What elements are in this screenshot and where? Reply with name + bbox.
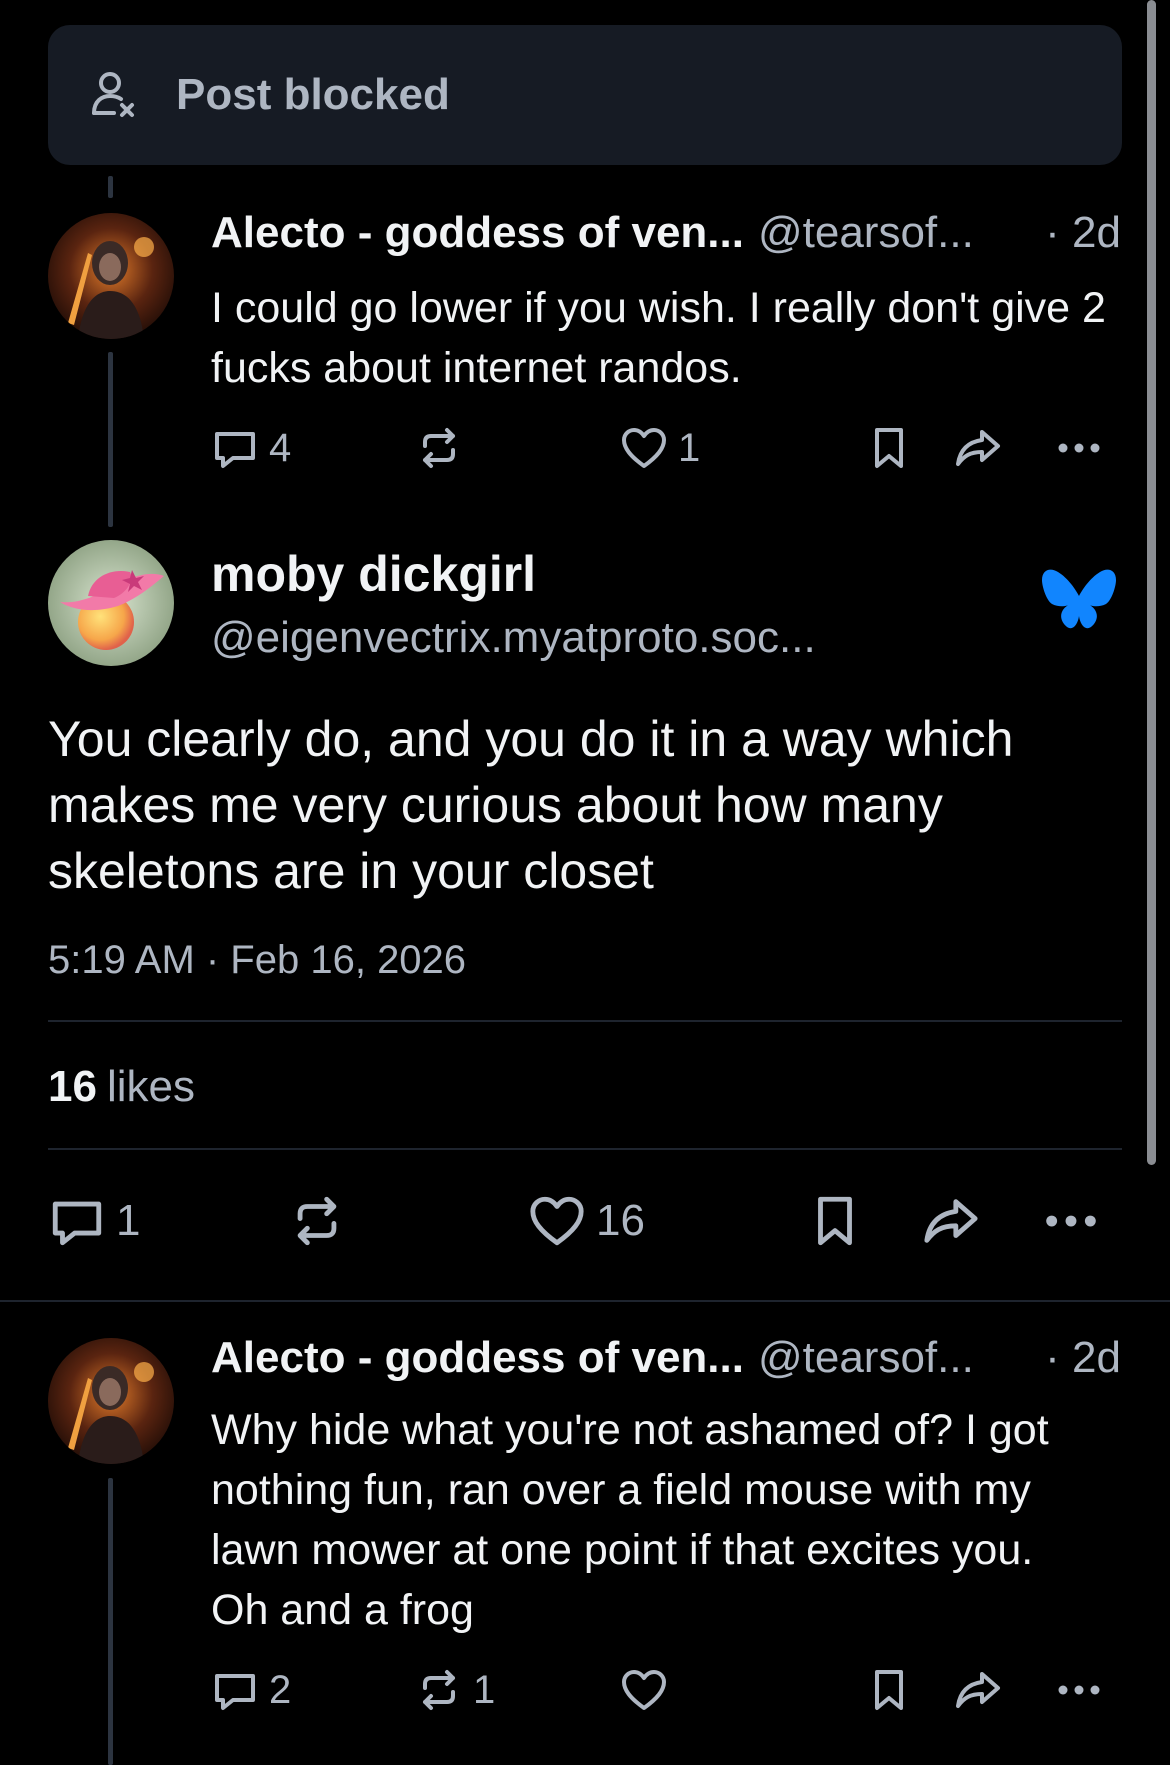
post-text[interactable]: You clearly do, and you do it in a way w…	[48, 706, 1128, 904]
post-time[interactable]: · 2d	[1045, 208, 1121, 258]
more-icon	[1058, 1685, 1100, 1695]
heart-icon	[622, 1670, 666, 1710]
post-text[interactable]: I could go lower if you wish. I really d…	[211, 278, 1111, 398]
share-icon	[956, 430, 1000, 466]
likes-count: 16	[48, 1062, 97, 1111]
repost-button[interactable]: 1	[415, 1666, 495, 1714]
thread-line	[108, 1478, 113, 1765]
bluesky-butterfly-icon	[1042, 569, 1116, 629]
post-header: Alecto - goddess of ven... @tearsof... ·…	[211, 208, 1121, 258]
reply-count: 4	[269, 425, 292, 470]
share-button[interactable]	[954, 1666, 1002, 1714]
author-name[interactable]: Alecto - goddess of ven...	[211, 208, 744, 258]
like-button[interactable]	[620, 1666, 678, 1714]
author-name[interactable]: moby dickgirl	[211, 545, 536, 603]
like-button[interactable]: 1	[620, 424, 700, 472]
alecto-avatar-image	[48, 1338, 174, 1464]
reply-count: 1	[116, 1196, 141, 1245]
bookmark-icon	[818, 1196, 852, 1246]
reply-icon	[215, 432, 255, 468]
thread-line	[108, 352, 113, 527]
author-handle[interactable]: @eigenvectrix.myatproto.soc...	[211, 613, 816, 663]
blocked-post-banner[interactable]: Post blocked	[48, 25, 1122, 165]
repost-button[interactable]	[415, 424, 473, 472]
reply-button[interactable]: 4	[211, 424, 291, 472]
author-name[interactable]: Alecto - goddess of ven...	[211, 1333, 744, 1383]
more-options-button[interactable]	[1042, 1192, 1100, 1250]
reply-icon	[215, 1674, 255, 1710]
moby-avatar-image	[48, 540, 174, 666]
divider	[0, 1300, 1170, 1302]
avatar[interactable]	[48, 540, 174, 666]
more-icon	[1046, 1215, 1096, 1227]
likes-label: likes	[106, 1062, 195, 1111]
person-x-icon	[92, 72, 134, 117]
heart-icon	[530, 1196, 584, 1246]
post-text[interactable]: Why hide what you're not ashamed of? I g…	[211, 1400, 1091, 1640]
reply-button[interactable]: 1	[48, 1192, 140, 1250]
share-icon	[924, 1199, 978, 1243]
post-actions: 1 16	[48, 1192, 1128, 1254]
post-actions: 4 1	[211, 424, 1121, 480]
blocked-label: Post blocked	[176, 70, 450, 119]
post-header: Alecto - goddess of ven... @tearsof... ·…	[211, 1333, 1121, 1383]
thread-line	[108, 176, 113, 198]
bookmark-button[interactable]	[865, 424, 913, 472]
repost-icon	[423, 1670, 455, 1710]
bookmark-button[interactable]	[865, 1666, 913, 1714]
like-count: 1	[678, 425, 701, 470]
bookmark-icon	[875, 428, 903, 468]
repost-button[interactable]	[288, 1192, 356, 1250]
bookmark-icon	[875, 1670, 903, 1710]
alecto-avatar-image	[48, 213, 174, 339]
thread-screen: Post blocked Alecto - goddess of ven... …	[0, 0, 1170, 1765]
avatar[interactable]	[48, 1338, 174, 1464]
share-button[interactable]	[954, 424, 1002, 472]
avatar[interactable]	[48, 213, 174, 339]
bookmark-button[interactable]	[806, 1192, 864, 1250]
share-icon	[956, 1672, 1000, 1708]
reply-button[interactable]: 2	[211, 1666, 291, 1714]
author-handle[interactable]: @tearsof...	[758, 208, 974, 258]
repost-icon	[297, 1196, 337, 1246]
share-button[interactable]	[922, 1192, 980, 1250]
more-options-button[interactable]	[1055, 424, 1103, 472]
scrollbar[interactable]	[1147, 0, 1156, 1165]
reply-icon	[52, 1201, 102, 1246]
author-handle[interactable]: @tearsof...	[758, 1333, 974, 1383]
likes-summary[interactable]: 16 likes	[48, 1062, 195, 1112]
like-count: 16	[596, 1196, 645, 1245]
more-icon	[1058, 443, 1100, 453]
post-time[interactable]: · 2d	[1045, 1333, 1121, 1383]
more-options-button[interactable]	[1055, 1666, 1103, 1714]
divider	[48, 1020, 1122, 1022]
post-timestamp[interactable]: 5:19 AM · Feb 16, 2026	[48, 938, 466, 983]
repost-count: 1	[473, 1667, 496, 1712]
repost-icon	[423, 428, 455, 468]
heart-icon	[622, 428, 666, 468]
divider	[48, 1148, 1122, 1150]
post-actions: 2 1	[211, 1666, 1121, 1722]
like-button[interactable]: 16	[528, 1192, 645, 1250]
reply-count: 2	[269, 1667, 292, 1712]
